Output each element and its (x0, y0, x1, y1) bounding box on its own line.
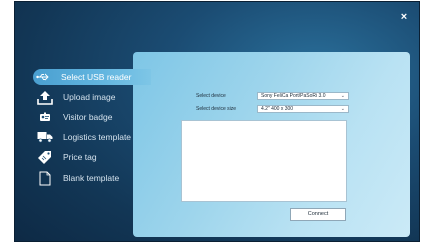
sidebar-item-label: Select USB reader (61, 72, 132, 82)
preview-area (181, 120, 347, 202)
truck-icon (35, 129, 55, 145)
chevron-down-icon: ⌄ (340, 93, 345, 99)
device-size-label: Select device size (196, 106, 237, 112)
device-select-value: Sony FeliCa Port/PaSoRi 3.0 (261, 93, 326, 99)
sidebar-item-logistics-template[interactable]: Logistics template (35, 128, 147, 146)
usb-icon (33, 69, 53, 85)
sidebar-item-label: Blank template (63, 173, 120, 183)
sidebar-item-label: Visitor badge (63, 112, 113, 122)
sidebar-item-visitor-badge[interactable]: Visitor badge (35, 108, 147, 126)
sidebar-item-price-tag[interactable]: Price tag (35, 148, 147, 166)
sidebar-item-label: Price tag (63, 152, 97, 162)
device-size-select[interactable]: 4.2" 400 x 300 ⌄ (257, 105, 349, 113)
sidebar-item-label: Upload image (63, 92, 116, 102)
sidebar-item-label: Logistics template (63, 132, 132, 142)
upload-icon (35, 89, 55, 105)
device-label: Select device (196, 93, 226, 99)
close-icon[interactable]: × (399, 12, 409, 23)
badge-icon (35, 109, 55, 125)
document-icon (35, 170, 55, 186)
tag-icon (35, 149, 55, 165)
device-select[interactable]: Sony FeliCa Port/PaSoRi 3.0 ⌄ (257, 92, 349, 100)
sidebar-item-blank-template[interactable]: Blank template (35, 169, 147, 187)
chevron-down-icon: ⌄ (340, 106, 345, 112)
sidebar-item-upload-image[interactable]: Upload image (35, 88, 147, 106)
device-size-select-value: 4.2" 400 x 300 (261, 106, 294, 112)
connect-button[interactable]: Connect (290, 208, 346, 221)
sidebar: Select USB reader Upload image Visitor b… (15, 2, 151, 241)
sidebar-item-select-usb-reader[interactable]: Select USB reader (33, 69, 151, 85)
